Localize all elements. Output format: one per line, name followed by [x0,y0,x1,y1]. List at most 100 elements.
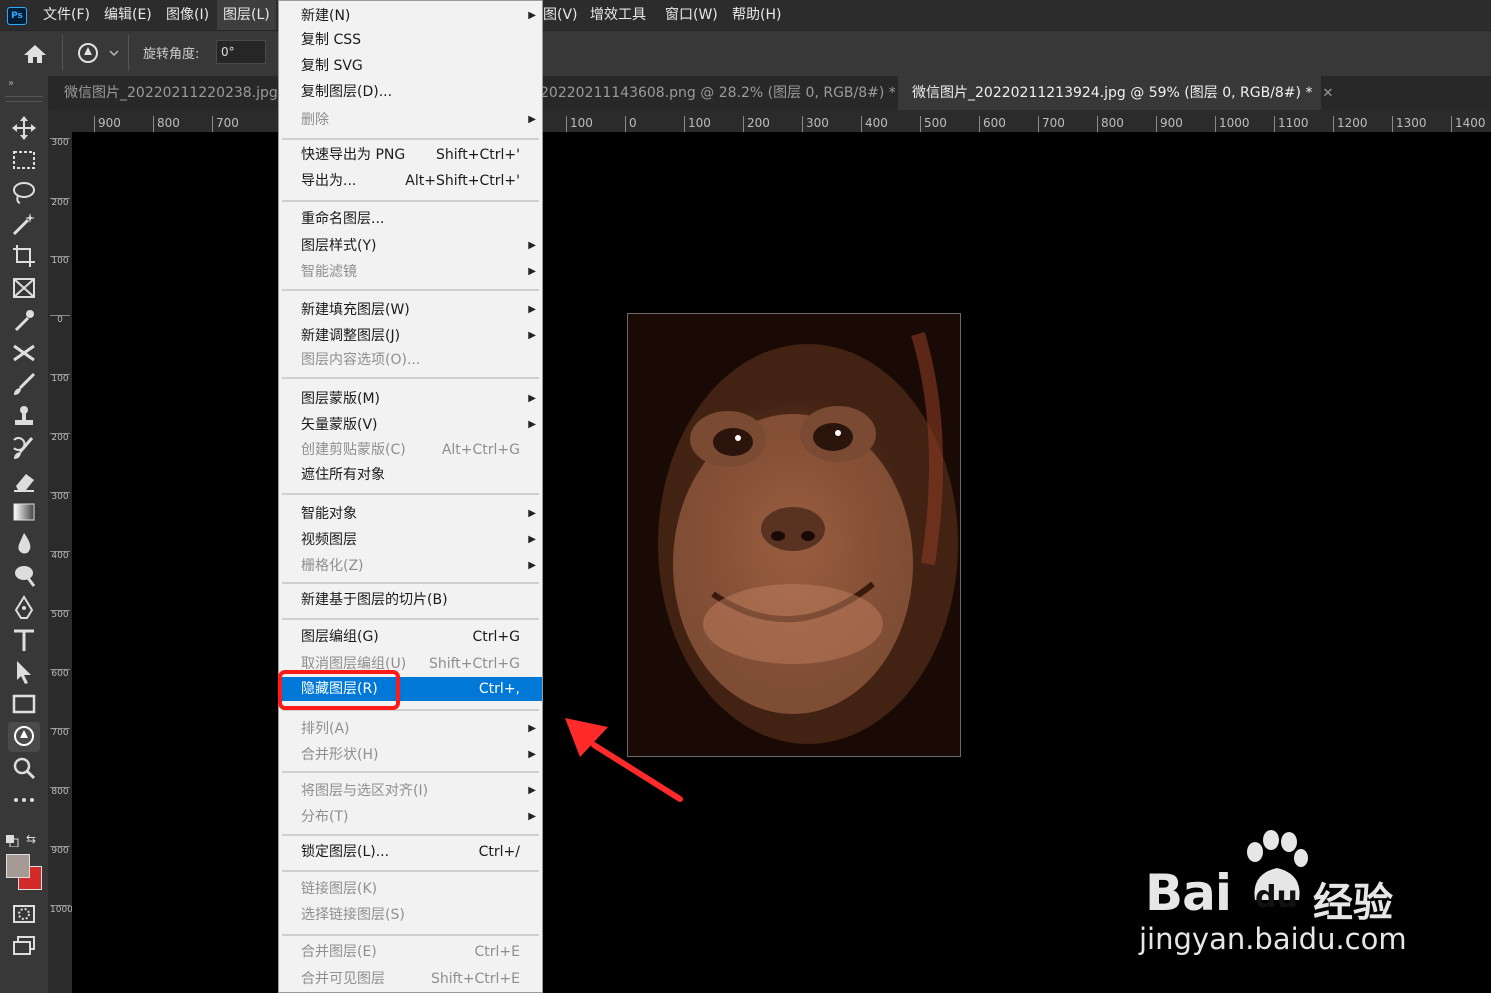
menu-file[interactable]: 文件(F) [43,0,90,30]
layer-menu-item[interactable]: 图层编组(G) Ctrl+G [279,625,542,649]
layer-menu-item[interactable]: 图层蒙版(M) ▶ [279,387,542,411]
lasso-tool-icon[interactable] [8,178,40,208]
divider [62,35,63,71]
layer-menu-item[interactable]: 复制 CSS [279,28,542,52]
ruler-tick: 0 [50,315,70,325]
gradient-tool-icon[interactable] [8,498,40,528]
orangutan-photo [627,313,961,757]
layer-menu-item[interactable]: 新建填充图层(W) ▶ [279,298,542,322]
menu-item-label: 链接图层(K) [301,881,378,897]
layer-menu-item[interactable]: 新建(N) ▶ [279,4,542,28]
layer-menu-item[interactable]: 视频图层 ▶ [279,528,542,552]
ruler-corner [48,110,72,132]
menu-item-shortcut: Ctrl+/ [478,844,520,860]
watermark-product: 经验 [1313,880,1393,926]
layer-menu-item[interactable]: 遮住所有对象 [279,463,542,487]
menu-image[interactable]: 图像(I) [166,0,209,30]
ruler-tick: 100 [50,374,70,384]
tab-document-1[interactable]: 微信图片_20220211220238.jpg @ [50,76,296,110]
eraser-tool-icon[interactable] [8,466,40,496]
menu-window[interactable]: 窗口(W) [665,0,718,30]
home-icon[interactable] [22,43,48,69]
marquee-tool-icon[interactable] [8,146,40,176]
ruler-tick: 1200 [1333,116,1368,132]
ruler-tick: 300 [802,116,829,132]
close-icon[interactable]: ✕ [1322,86,1333,101]
frame-tool-icon[interactable] [8,274,40,304]
menu-item-shortcut: Shift+Ctrl+G [428,656,520,672]
crop-tool-icon[interactable] [8,242,40,272]
eyedropper-tool-icon[interactable] [8,306,40,336]
rotate-view-tool-icon[interactable] [8,722,40,752]
layer-menu-item[interactable]: 复制 SVG [279,54,542,78]
menu-item-label: 复制图层(D)... [301,84,393,100]
layer-menu-item: 链接图层(K) [279,877,542,901]
more-tools-icon[interactable] [8,786,40,816]
menu-separator [282,870,539,872]
foreground-color-swatch[interactable] [6,854,30,878]
ruler-tick: 700 [212,116,239,132]
brush-tool-icon[interactable] [8,370,40,400]
blur-tool-icon[interactable] [8,530,40,560]
pen-tool-icon[interactable] [8,594,40,624]
default-colors-icon[interactable] [6,832,20,851]
ruler-tick: 1000 [50,905,73,915]
submenu-arrow-icon: ▶ [528,393,536,404]
ruler-tick: 200 [50,433,70,443]
layer-menu-item[interactable]: 矢量蒙版(V) ▶ [279,413,542,437]
submenu-arrow-icon: ▶ [528,508,536,519]
screen-mode-icon[interactable] [8,932,40,962]
menu-help[interactable]: 帮助(H) [732,0,781,30]
menu-item-label: 新建(N) [301,8,351,24]
type-tool-icon[interactable] [8,626,40,656]
path-selection-tool-icon[interactable] [8,658,40,688]
ruler-tick: 1300 [1392,116,1427,132]
menu-plugins[interactable]: 增效工具 [590,0,646,30]
ruler-tick: 300 [50,492,70,502]
menu-item-label: 图层内容选项(O)... [301,352,421,368]
layer-menu-item[interactable]: 锁定图层(L)... Ctrl+/ [279,840,542,864]
rotate-angle-input[interactable]: 0° [216,40,266,64]
menu-edit[interactable]: 编辑(E) [104,0,152,30]
layer-menu-item: 排列(A) ▶ [279,717,542,741]
submenu-arrow-icon: ▶ [528,785,536,796]
layer-menu-item: 将图层与选区对齐(I) ▶ [279,779,542,803]
layer-menu-item[interactable]: 复制图层(D)... [279,80,542,104]
ruler-tick: 400 [861,116,888,132]
layer-menu-item[interactable]: 重命名图层... [279,207,542,231]
layer-menu-item[interactable]: 智能对象 ▶ [279,502,542,526]
layer-menu-item[interactable]: 导出为... Alt+Shift+Ctrl+' [279,169,542,193]
options-bar: 旋转角度: 0° [0,30,1491,77]
zoom-tool-icon[interactable] [8,754,40,784]
layer-menu-item[interactable]: 新建基于图层的切片(B) [279,588,542,612]
magic-wand-tool-icon[interactable] [8,210,40,240]
menu-view[interactable]: 图(V) [543,0,578,30]
tab-document-2[interactable]: 20220211143608.png @ 28.2% (图层 0, RGB/8#… [528,76,917,110]
quick-mask-icon[interactable] [8,900,40,930]
ruler-tick: 800 [50,787,70,797]
ruler-tick: 100 [50,256,70,266]
ruler-tick: 1000 [1215,116,1250,132]
swap-colors-icon[interactable]: ⇆ [26,832,36,846]
tab-document-3-active[interactable]: 微信图片_20220211213924.jpg @ 59% (图层 0, RGB… [898,76,1333,110]
rotate-view-tool-icon[interactable] [76,41,120,69]
ruler-tick: 200 [50,198,70,208]
layer-menu-item[interactable]: 图层样式(Y) ▶ [279,234,542,258]
panel-grip[interactable] [5,96,43,102]
dodge-tool-icon[interactable] [8,562,40,592]
rotate-angle-label: 旋转角度: [143,47,200,62]
menu-item-shortcut: Ctrl+, [478,681,520,697]
healing-brush-tool-icon[interactable] [8,338,40,368]
menu-item-label: 图层样式(Y) [301,238,377,254]
layer-menu-item[interactable]: 新建调整图层(J) ▶ [279,324,542,348]
tab-label: 微信图片_20220211220238.jpg @ [64,85,297,101]
history-brush-tool-icon[interactable] [8,434,40,464]
menu-layer[interactable]: 图层(L) [217,0,276,30]
submenu-arrow-icon: ▶ [528,240,536,251]
move-tool-icon[interactable] [8,114,40,144]
clone-stamp-tool-icon[interactable] [8,402,40,432]
menu-item-label: 排列(A) [301,721,350,737]
collapse-panel-icon[interactable]: » [8,78,14,89]
rectangle-tool-icon[interactable] [8,690,40,720]
layer-menu-item[interactable]: 快速导出为 PNG Shift+Ctrl+' [279,143,542,167]
